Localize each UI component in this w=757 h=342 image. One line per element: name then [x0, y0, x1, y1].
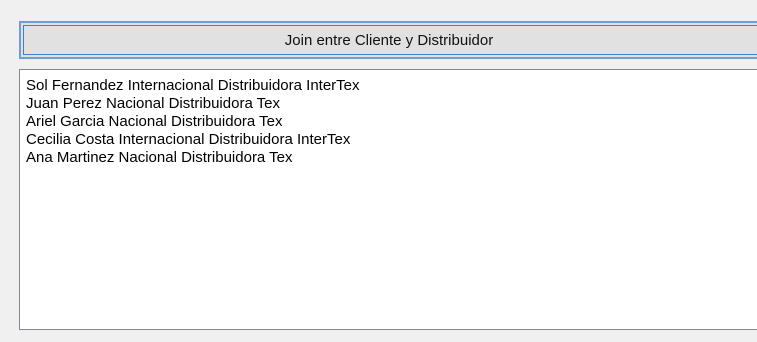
list-item[interactable]: Ariel Garcia Nacional Distribuidora Tex — [26, 113, 757, 131]
list-item[interactable]: Sol Fernandez Internacional Distribuidor… — [26, 77, 757, 95]
list-item[interactable]: Juan Perez Nacional Distribuidora Tex — [26, 95, 757, 113]
join-button-label: Join entre Cliente y Distribuidor — [284, 31, 494, 49]
join-cliente-distribuidor-button[interactable]: Join entre Cliente y Distribuidor — [19, 21, 757, 59]
list-item[interactable]: Cecilia Costa Internacional Distribuidor… — [26, 131, 757, 149]
list-item[interactable]: Ana Martinez Nacional Distribuidora Tex — [26, 149, 757, 167]
results-listbox[interactable]: Sol Fernandez Internacional Distribuidor… — [19, 69, 757, 330]
